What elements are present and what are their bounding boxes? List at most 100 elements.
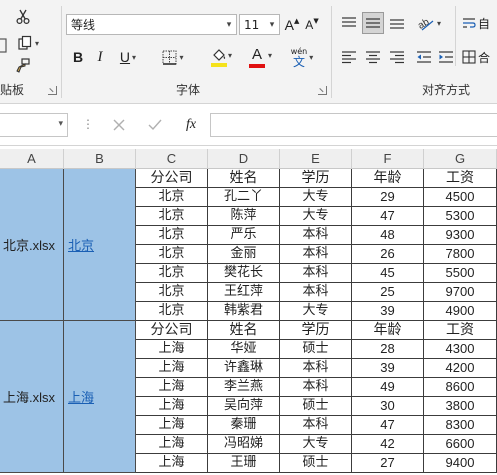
table-cell[interactable]: 北京 bbox=[136, 245, 208, 264]
table-cell[interactable]: 硕士 bbox=[280, 397, 352, 416]
table-header-cell[interactable]: 年龄 bbox=[352, 321, 424, 340]
table-cell[interactable]: 26 bbox=[352, 245, 424, 264]
hyperlink[interactable]: 北京 bbox=[68, 235, 94, 254]
table-cell[interactable]: 孔二丫 bbox=[208, 188, 280, 207]
table-cell[interactable]: 上海 bbox=[136, 378, 208, 397]
table-cell[interactable]: 大专 bbox=[280, 188, 352, 207]
font-size-combobox[interactable]: 11 ▾ bbox=[239, 14, 280, 35]
table-cell[interactable]: 本科 bbox=[280, 226, 352, 245]
font-dialog-launcher[interactable] bbox=[318, 86, 327, 95]
table-cell[interactable]: 本科 bbox=[280, 264, 352, 283]
table-cell[interactable]: 大专 bbox=[280, 302, 352, 321]
chevron-down-icon[interactable]: ▾ bbox=[268, 51, 272, 60]
table-cell[interactable]: 6600 bbox=[424, 435, 497, 454]
merged-link-cell[interactable]: 北京 bbox=[64, 169, 136, 321]
table-cell[interactable]: 大专 bbox=[280, 435, 352, 454]
table-cell[interactable]: 39 bbox=[352, 302, 424, 321]
confirm-entry-button[interactable] bbox=[142, 114, 168, 136]
table-cell[interactable]: 5300 bbox=[424, 207, 497, 226]
table-cell[interactable]: 47 bbox=[352, 207, 424, 226]
table-cell[interactable]: 本科 bbox=[280, 378, 352, 397]
table-cell[interactable]: 8600 bbox=[424, 378, 497, 397]
column-header-f[interactable]: F bbox=[352, 149, 424, 169]
table-cell[interactable]: 李兰燕 bbox=[208, 378, 280, 397]
table-cell[interactable]: 49 bbox=[352, 378, 424, 397]
table-cell[interactable]: 7800 bbox=[424, 245, 497, 264]
merged-file-cell[interactable]: 北京.xlsx bbox=[0, 169, 64, 321]
table-cell[interactable]: 5500 bbox=[424, 264, 497, 283]
table-cell[interactable]: 4900 bbox=[424, 302, 497, 321]
table-cell[interactable]: 4200 bbox=[424, 359, 497, 378]
table-cell[interactable]: 上海 bbox=[136, 454, 208, 473]
paste-partial-button[interactable] bbox=[0, 34, 8, 56]
align-right-button[interactable] bbox=[386, 46, 408, 68]
copy-button[interactable]: ▾ bbox=[12, 32, 44, 54]
column-header-e[interactable]: E bbox=[280, 149, 352, 169]
decrease-indent-button[interactable] bbox=[414, 46, 434, 68]
table-cell[interactable]: 许鑫琳 bbox=[208, 359, 280, 378]
table-cell[interactable]: 上海 bbox=[136, 435, 208, 454]
increase-indent-button[interactable] bbox=[436, 46, 456, 68]
table-cell[interactable]: 陈萍 bbox=[208, 207, 280, 226]
table-cell[interactable]: 48 bbox=[352, 226, 424, 245]
format-painter-button[interactable] bbox=[12, 56, 34, 76]
table-cell[interactable]: 金丽 bbox=[208, 245, 280, 264]
cancel-entry-button[interactable] bbox=[106, 114, 132, 136]
merged-link-cell[interactable]: 上海 bbox=[64, 321, 136, 473]
table-header-cell[interactable]: 姓名 bbox=[208, 169, 280, 188]
phonetic-guide-button[interactable]: wén 文 ▾ bbox=[286, 44, 318, 70]
table-cell[interactable]: 42 bbox=[352, 435, 424, 454]
column-header-g[interactable]: G bbox=[424, 149, 497, 169]
table-cell[interactable]: 4500 bbox=[424, 188, 497, 207]
orientation-button[interactable]: ab ▾ bbox=[414, 12, 444, 34]
table-cell[interactable]: 4300 bbox=[424, 340, 497, 359]
table-header-cell[interactable]: 学历 bbox=[280, 321, 352, 340]
table-cell[interactable]: 硕士 bbox=[280, 340, 352, 359]
table-cell[interactable]: 25 bbox=[352, 283, 424, 302]
align-top-button[interactable] bbox=[338, 12, 360, 34]
table-cell[interactable]: 27 bbox=[352, 454, 424, 473]
table-cell[interactable]: 上海 bbox=[136, 359, 208, 378]
align-bottom-button[interactable] bbox=[386, 12, 408, 34]
table-cell[interactable]: 严乐 bbox=[208, 226, 280, 245]
table-cell[interactable]: 华娅 bbox=[208, 340, 280, 359]
table-cell[interactable]: 28 bbox=[352, 340, 424, 359]
table-header-cell[interactable]: 姓名 bbox=[208, 321, 280, 340]
table-header-cell[interactable]: 年龄 bbox=[352, 169, 424, 188]
underline-button[interactable]: U ▾ bbox=[112, 46, 144, 68]
table-cell[interactable]: 秦珊 bbox=[208, 416, 280, 435]
table-cell[interactable]: 39 bbox=[352, 359, 424, 378]
cut-button[interactable] bbox=[12, 6, 34, 28]
table-header-cell[interactable]: 分公司 bbox=[136, 321, 208, 340]
table-cell[interactable]: 上海 bbox=[136, 340, 208, 359]
font-name-combobox[interactable]: 等线 ▾ bbox=[66, 14, 237, 35]
table-cell[interactable]: 上海 bbox=[136, 397, 208, 416]
table-cell[interactable]: 30 bbox=[352, 397, 424, 416]
name-box[interactable]: ▾ bbox=[0, 113, 68, 137]
table-cell[interactable]: 本科 bbox=[280, 416, 352, 435]
table-cell[interactable]: 本科 bbox=[280, 283, 352, 302]
table-header-cell[interactable]: 分公司 bbox=[136, 169, 208, 188]
table-cell[interactable]: 上海 bbox=[136, 416, 208, 435]
table-cell[interactable]: 王红萍 bbox=[208, 283, 280, 302]
table-header-cell[interactable]: 工资 bbox=[424, 321, 497, 340]
table-cell[interactable]: 大专 bbox=[280, 207, 352, 226]
table-cell[interactable]: 王珊 bbox=[208, 454, 280, 473]
wrap-text-button[interactable]: 自 bbox=[462, 12, 497, 34]
table-cell[interactable]: 9400 bbox=[424, 454, 497, 473]
table-cell[interactable]: 北京 bbox=[136, 302, 208, 321]
column-header-d[interactable]: D bbox=[208, 149, 280, 169]
table-cell[interactable]: 本科 bbox=[280, 245, 352, 264]
align-left-button[interactable] bbox=[338, 46, 360, 68]
clipboard-dialog-launcher[interactable] bbox=[48, 86, 57, 95]
column-header-a[interactable]: A bbox=[0, 149, 64, 169]
increase-font-size-button[interactable]: A ▲ bbox=[283, 14, 301, 35]
hyperlink[interactable]: 上海 bbox=[68, 387, 94, 406]
table-cell[interactable]: 吴向萍 bbox=[208, 397, 280, 416]
table-cell[interactable]: 北京 bbox=[136, 207, 208, 226]
table-cell[interactable]: 3800 bbox=[424, 397, 497, 416]
table-cell[interactable]: 冯昭娣 bbox=[208, 435, 280, 454]
table-cell[interactable]: 硕士 bbox=[280, 454, 352, 473]
formula-input[interactable] bbox=[210, 113, 497, 137]
table-cell[interactable]: 韩紫君 bbox=[208, 302, 280, 321]
